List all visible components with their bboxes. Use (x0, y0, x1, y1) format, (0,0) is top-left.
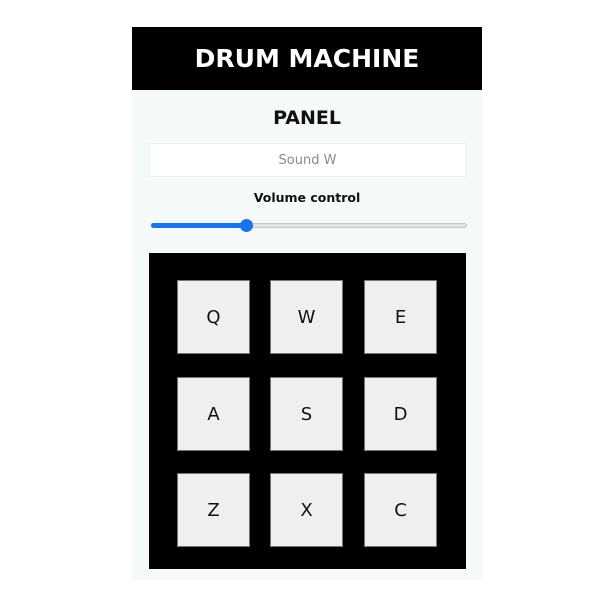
drum-pad-c[interactable]: C (364, 473, 437, 547)
sound-display: Sound W (149, 143, 466, 177)
panel-title: PANEL (273, 107, 341, 129)
volume-slider[interactable] (151, 218, 467, 234)
volume-slider-thumb[interactable] (240, 219, 253, 232)
drum-pad-a[interactable]: A (177, 377, 250, 451)
app-header: DRUM MACHINE (132, 27, 482, 90)
drum-pad-q[interactable]: Q (177, 280, 250, 354)
drum-pad-x[interactable]: X (270, 473, 343, 547)
drum-pad-s[interactable]: S (270, 377, 343, 451)
app-title: DRUM MACHINE (194, 44, 420, 73)
drum-pad-e[interactable]: E (364, 280, 437, 354)
volume-label: Volume control (253, 190, 361, 205)
drum-pad-d[interactable]: D (364, 377, 437, 451)
drum-pad-grid: Q W E A S D Z X C (149, 253, 466, 569)
drum-pad-w[interactable]: W (270, 280, 343, 354)
drum-machine-app: DRUM MACHINE PANEL Sound W Volume contro… (132, 27, 482, 580)
drum-pad-z[interactable]: Z (177, 473, 250, 547)
volume-slider-fill (151, 223, 246, 228)
